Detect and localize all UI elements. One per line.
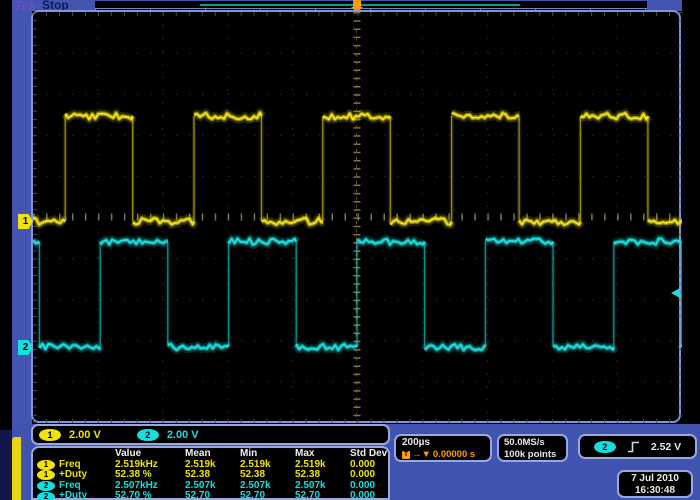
ch2-scale: 2.00 V xyxy=(167,429,199,441)
delay-value: 0.00000 s xyxy=(433,449,475,461)
date-label: 7 Jul 2010 xyxy=(624,473,686,485)
delay-arrows-icon: →▼ xyxy=(412,449,431,461)
trigger-t-icon: T xyxy=(402,451,410,459)
trigger-source-badge: 2 xyxy=(594,441,616,453)
datetime-box: 7 Jul 2010 16:30:48 xyxy=(617,470,693,498)
col-header-mean: Mean xyxy=(185,449,240,460)
col-header-stddev: Std Dev xyxy=(350,449,388,460)
sample-rate: 50.0MS/s xyxy=(504,437,561,449)
trigger-level-arrow-icon[interactable] xyxy=(671,288,680,298)
acquisition-box: 50.0MS/s 100k points xyxy=(497,434,568,462)
ch1-badge[interactable]: 1 xyxy=(39,429,61,441)
row-ch-badge: 1 xyxy=(37,460,55,470)
oscilloscope-screen: Tek Stop T 1 2 1 2.00 V 2 2.00 V Value M… xyxy=(0,0,700,500)
measurement-row: 2Freq 2.507kHz2.507k 2.507k2.507k 0.000 xyxy=(37,481,388,492)
trigger-settings-box: 2 2.52 V xyxy=(578,434,697,459)
measurement-row: 2+Duty 52.70 %52.70 52.7052.70 0.000 xyxy=(37,491,388,500)
record-length: 100k points xyxy=(504,449,561,461)
row-ch-badge: 2 xyxy=(37,492,55,500)
time-label: 16:30:48 xyxy=(624,485,686,497)
ch2-badge[interactable]: 2 xyxy=(137,429,159,441)
measurement-table: Value Mean Min Max Std Dev 1Freq 2.519kH… xyxy=(31,446,390,500)
channel-scale-bar: 1 2.00 V 2 2.00 V xyxy=(31,424,390,445)
col-header-max: Max xyxy=(295,449,350,460)
col-header-min: Min xyxy=(240,449,295,460)
timebase-scale: 200µs xyxy=(402,437,484,449)
horizontal-settings-box: 200µs T →▼ 0.00000 s xyxy=(394,434,492,462)
rising-edge-icon xyxy=(627,440,640,454)
row-ch-badge: 2 xyxy=(37,481,55,491)
row-ch-badge: 1 xyxy=(37,470,55,480)
measurement-header-row: Value Mean Min Max Std Dev xyxy=(37,449,388,460)
measurement-row: 1Freq 2.519kHz2.519k 2.519k2.519k 0.000 xyxy=(37,460,388,471)
ch1-scale: 2.00 V xyxy=(69,429,101,441)
col-header-value: Value xyxy=(115,449,185,460)
trigger-level: 2.52 V xyxy=(651,441,681,453)
horizontal-position: T →▼ 0.00000 s xyxy=(402,449,484,461)
